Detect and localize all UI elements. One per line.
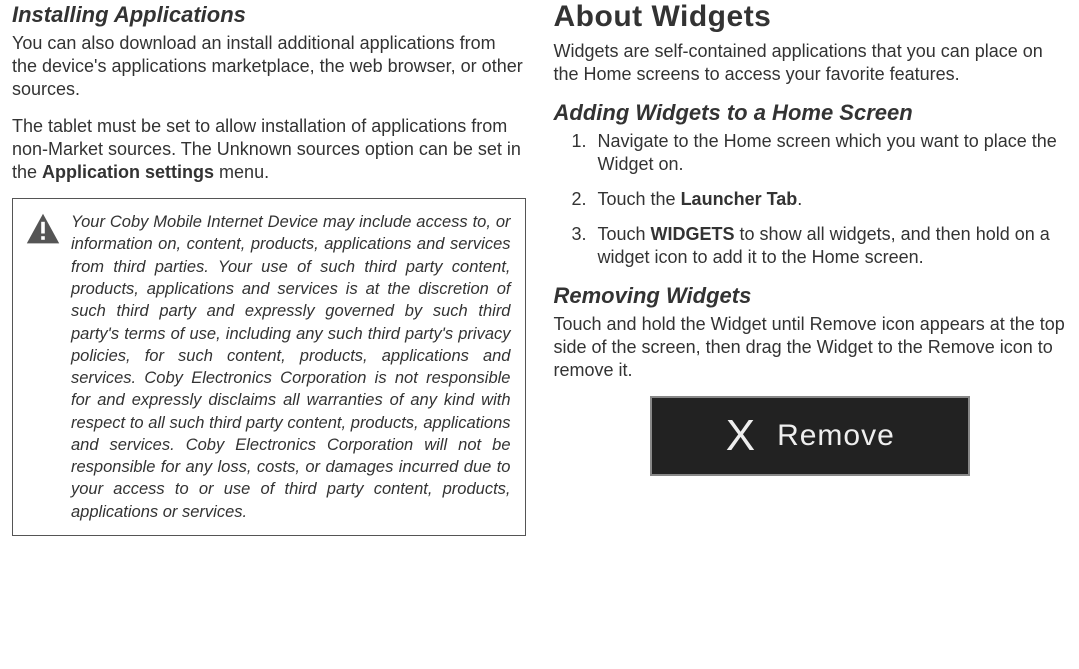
step-2-strong: Launcher Tab: [681, 189, 798, 209]
remove-banner: X Remove: [650, 396, 970, 476]
adding-widgets-steps: Navigate to the Home screen which you wa…: [554, 130, 1068, 269]
right-column: About Widgets Widgets are self-contained…: [554, 0, 1068, 536]
p2-part-b: menu.: [214, 162, 269, 182]
intro-paragraph-2: The tablet must be set to allow installa…: [12, 115, 526, 184]
heading-removing-widgets: Removing Widgets: [554, 283, 1068, 309]
step-1: Navigate to the Home screen which you wa…: [592, 130, 1068, 176]
heading-about-widgets: About Widgets: [554, 0, 1068, 34]
step-2-a: Touch the: [598, 189, 681, 209]
intro-paragraph-1: You can also download an install additio…: [12, 32, 526, 101]
notice-box: Your Coby Mobile Internet Device may inc…: [12, 198, 526, 536]
step-2-b: .: [797, 189, 802, 209]
step-3-a: Touch: [598, 224, 651, 244]
remove-label: Remove: [777, 419, 895, 453]
p2-strong: Application settings: [42, 162, 214, 182]
heading-installing-applications: Installing Applications: [12, 2, 526, 28]
left-column: Installing Applications You can also dow…: [12, 0, 526, 536]
step-3: Touch WIDGETS to show all widgets, and t…: [592, 223, 1068, 269]
step-2: Touch the Launcher Tab.: [592, 188, 1068, 211]
notice-text: Your Coby Mobile Internet Device may inc…: [71, 211, 511, 523]
heading-adding-widgets: Adding Widgets to a Home Screen: [554, 100, 1068, 126]
close-icon: X: [726, 411, 755, 461]
widgets-intro: Widgets are self-contained applications …: [554, 40, 1068, 86]
removing-widgets-text: Touch and hold the Widget until Remove i…: [554, 313, 1068, 382]
step-3-strong: WIDGETS: [651, 224, 735, 244]
warning-icon: [25, 211, 61, 252]
